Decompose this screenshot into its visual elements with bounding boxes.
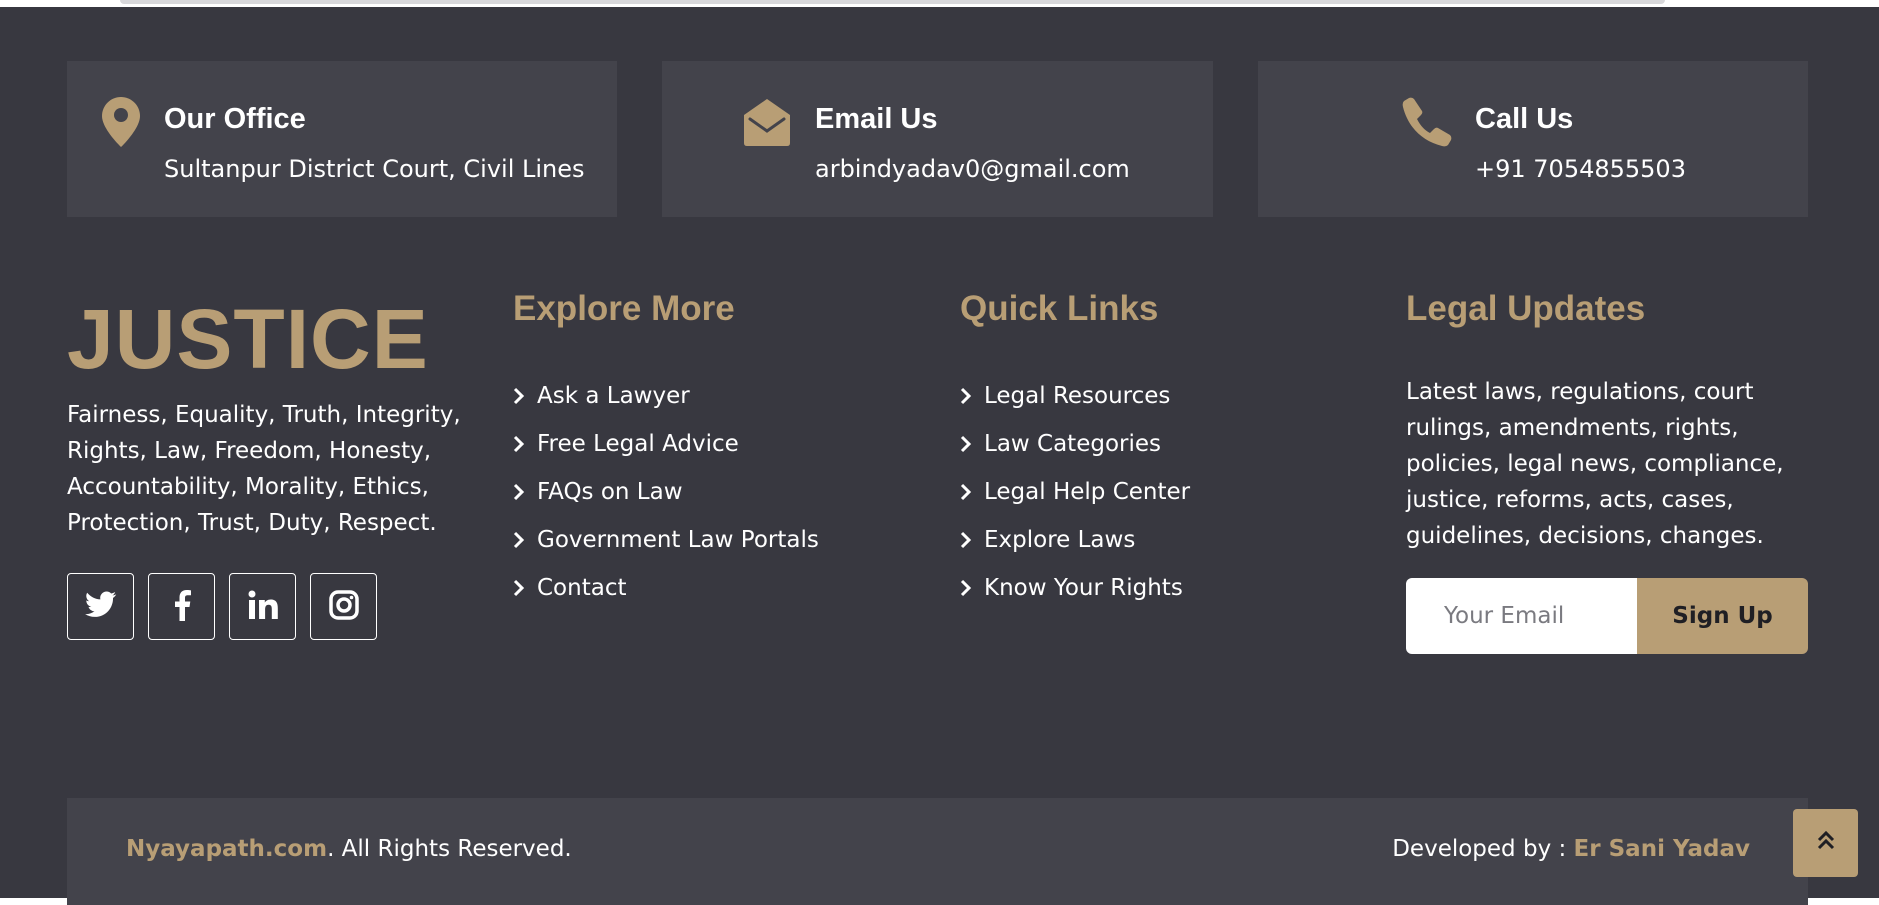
twitter-button[interactable] [67,573,134,640]
quick-link-know-rights[interactable]: Know Your Rights [960,564,1190,612]
chevron-right-icon [960,579,984,597]
chevron-right-icon [960,435,984,453]
legal-updates-heading: Legal Updates [1406,289,1646,328]
explore-link-contact[interactable]: Contact [513,564,819,612]
link-label: Ask a Lawyer [537,383,690,409]
explore-link-gov-portals[interactable]: Government Law Portals [513,516,819,564]
chevron-right-icon [513,435,537,453]
developer-prefix: Developed by : [1392,836,1574,862]
chevron-right-icon [513,387,537,405]
phone-number[interactable]: +91 7054855503 [1475,155,1686,183]
quick-links-heading: Quick Links [960,289,1159,328]
developer-link[interactable]: Er Sani Yadav [1574,836,1750,862]
explore-link-ask-lawyer[interactable]: Ask a Lawyer [513,372,819,420]
quick-links: Legal Resources Law Categories Legal Hel… [960,372,1190,612]
link-label: Know Your Rights [984,575,1183,601]
top-scroll-shadow [120,0,1665,4]
email-card: Email Us arbindyadav0@gmail.com [662,61,1213,217]
link-label: FAQs on Law [537,479,683,505]
developer-credit: Developed by : Er Sani Yadav [1392,836,1750,862]
link-label: Free Legal Advice [537,431,739,457]
legal-updates-text: Latest laws, regulations, court rulings,… [1406,379,1784,549]
rights-text: . All Rights Reserved. [327,836,572,862]
twitter-icon [84,591,117,623]
email-address[interactable]: arbindyadav0@gmail.com [815,155,1130,183]
copyright-text: Nyayapath.com. All Rights Reserved. [126,836,572,862]
chevron-right-icon [960,387,984,405]
envelope-open-icon [742,97,792,147]
office-address: Sultanpur District Court, Civil Lines [164,155,585,183]
quick-link-categories[interactable]: Law Categories [960,420,1190,468]
link-label: Explore Laws [984,527,1136,553]
explore-link-free-advice[interactable]: Free Legal Advice [513,420,819,468]
email-title: Email Us [815,103,938,135]
linkedin-icon [248,590,278,624]
office-card: Our Office Sultanpur District Court, Civ… [67,61,617,217]
explore-more-links: Ask a Lawyer Free Legal Advice FAQs on L… [513,372,819,612]
call-title: Call Us [1475,103,1574,135]
explore-link-faqs[interactable]: FAQs on Law [513,468,819,516]
copyright-bar: Nyayapath.com. All Rights Reserved. Deve… [67,798,1808,905]
office-title: Our Office [164,103,306,135]
back-to-top-button[interactable] [1793,809,1858,877]
facebook-button[interactable] [148,573,215,640]
chevron-right-icon [960,531,984,549]
instagram-icon [328,589,359,624]
explore-more-heading: Explore More [513,289,735,328]
brand-logo-text[interactable]: JUSTICE [67,291,429,387]
browser-top-edge [0,0,1879,7]
linkedin-button[interactable] [229,573,296,640]
map-pin-icon [102,97,140,147]
site-link[interactable]: Nyayapath.com [126,836,327,862]
link-label: Legal Help Center [984,479,1191,505]
signup-button[interactable]: Sign Up [1637,578,1808,654]
quick-link-explore-laws[interactable]: Explore Laws [960,516,1190,564]
site-footer: Our Office Sultanpur District Court, Civ… [0,7,1879,905]
chevron-right-icon [513,483,537,501]
instagram-button[interactable] [310,573,377,640]
link-label: Legal Resources [984,383,1171,409]
double-chevron-up-icon [1817,830,1835,855]
facebook-icon [173,589,191,625]
phone-icon [1402,97,1452,147]
newsletter-email-input[interactable] [1406,578,1637,654]
quick-link-resources[interactable]: Legal Resources [960,372,1190,420]
link-label: Contact [537,575,627,601]
call-card: Call Us +91 7054855503 [1258,61,1808,217]
link-label: Law Categories [984,431,1162,457]
chevron-right-icon [513,531,537,549]
chevron-right-icon [513,579,537,597]
brand-tagline: Fairness, Equality, Truth, Integrity, Ri… [67,402,461,536]
quick-link-help-center[interactable]: Legal Help Center [960,468,1190,516]
chevron-right-icon [960,483,984,501]
link-label: Government Law Portals [537,527,819,553]
